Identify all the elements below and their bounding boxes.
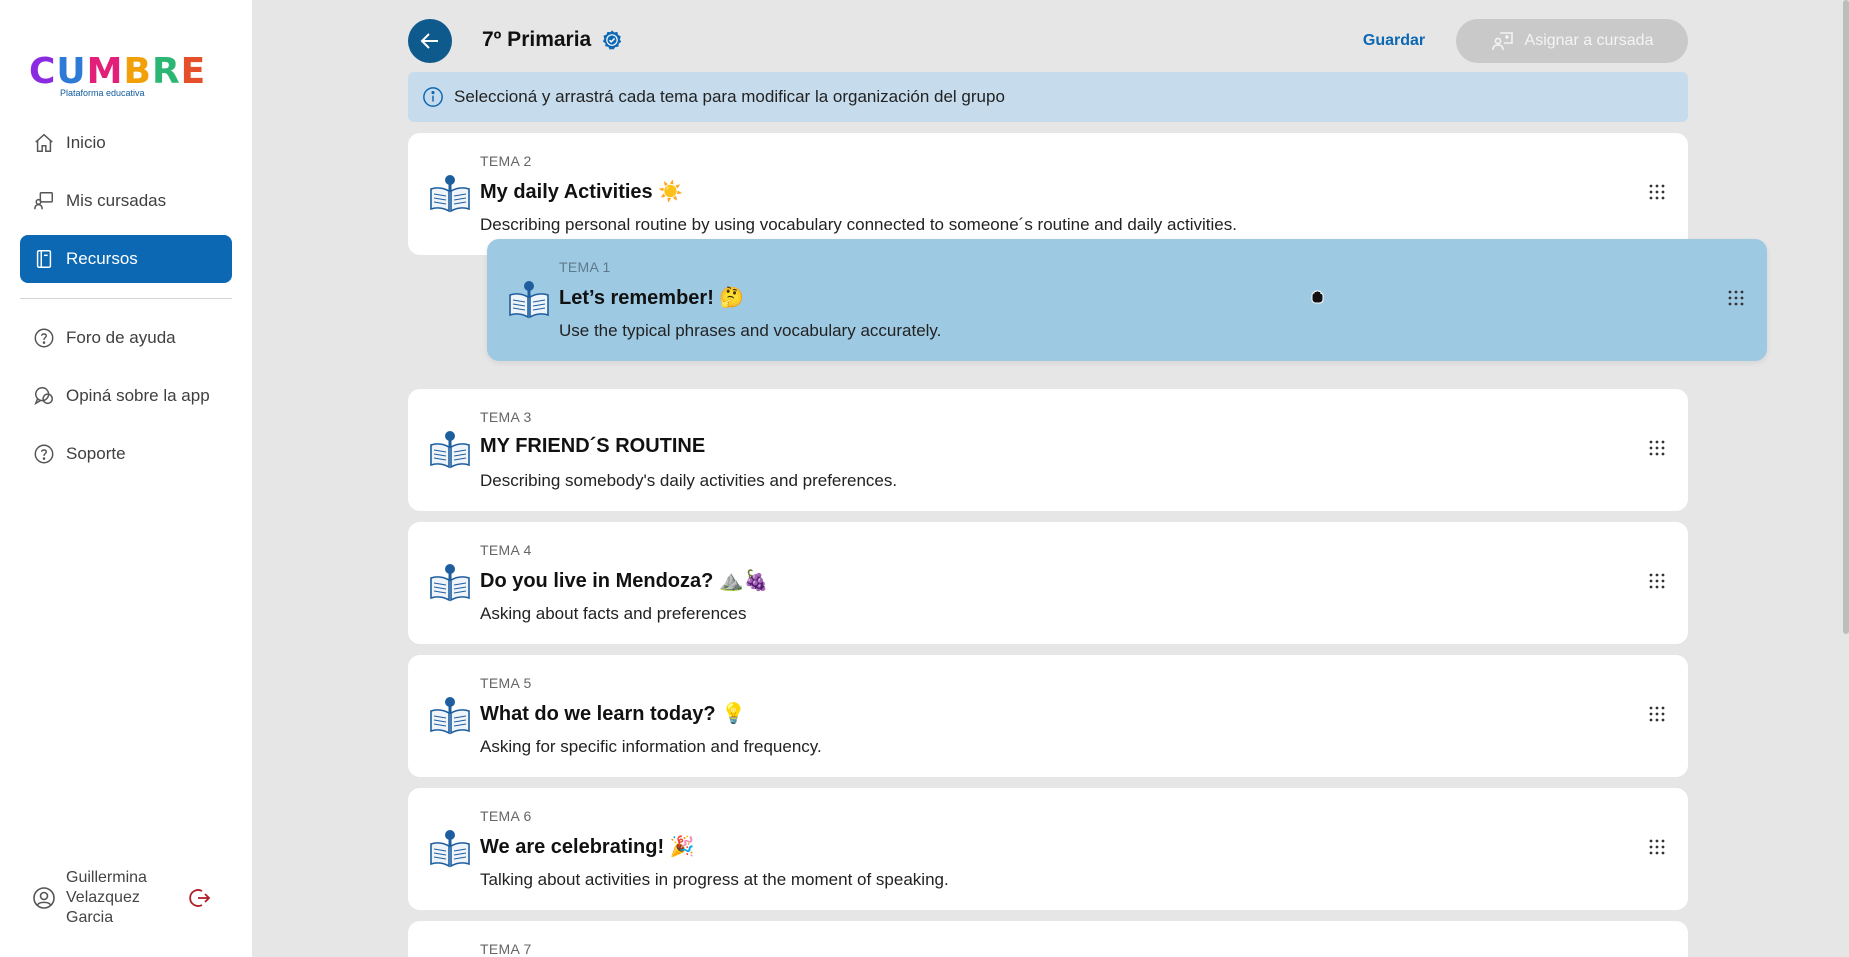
sidebar-item-label: Soporte [66, 444, 126, 463]
topic-number: TEMA 6 [480, 808, 532, 824]
book-icon [32, 247, 56, 271]
topic-description: Describing personal routine by using voc… [480, 215, 1237, 234]
arrow-left-icon [420, 33, 438, 49]
nav-group: Recursos [20, 235, 232, 283]
assign-teacher-icon [1491, 29, 1515, 53]
page-scrollbar[interactable] [1843, 0, 1849, 634]
sidebar-item-soporte[interactable]: Soporte [20, 430, 232, 478]
user-circle-icon [32, 886, 56, 910]
info-banner: Seleccioná y arrastrá cada tema para mod… [408, 72, 1688, 122]
info-icon [422, 86, 444, 108]
drag-handle-icon[interactable] [1648, 705, 1666, 723]
sidebar-item-mis-cursadas[interactable]: Mis cursadas [20, 177, 232, 225]
open-book-icon [428, 429, 472, 471]
nav-group: Soporte [20, 430, 232, 478]
assign-label: Asignar a cursada [1524, 32, 1654, 49]
back-button[interactable] [408, 19, 452, 63]
save-button[interactable]: Guardar [1340, 26, 1448, 56]
drag-handle-icon[interactable] [1648, 572, 1666, 590]
open-book-icon [428, 828, 472, 870]
grab-cursor-icon [1309, 289, 1325, 305]
nav-group: Mis cursadas [20, 177, 232, 225]
topic-number: TEMA 3 [480, 409, 532, 425]
open-book-icon [428, 695, 472, 737]
info-text: Seleccioná y arrastrá cada tema para mod… [454, 87, 1005, 106]
topic-title: We are celebrating! 🎉 [480, 836, 695, 858]
sidebar-item-foro-de-ayuda[interactable]: Foro de ayuda [20, 314, 232, 362]
logo-wordmark: CUMBRE [29, 51, 207, 92]
drag-handle-icon[interactable] [1648, 838, 1666, 856]
topic-card[interactable]: TEMA 3 MY FRIEND´S ROUTINE Describing so… [408, 389, 1688, 511]
user-profile: Guillermina Velazquez Garcia [20, 868, 232, 928]
teacher-board-icon [32, 189, 56, 213]
logout-icon[interactable] [188, 886, 212, 910]
verified-badge-icon [601, 29, 623, 51]
topic-title: What do we learn today? 💡 [480, 703, 747, 725]
topic-description: Talking about activities in progress at … [480, 870, 949, 889]
sidebar-item-label: Inicio [66, 133, 106, 152]
drag-handle-icon[interactable] [1727, 289, 1745, 307]
help-circle-icon [32, 442, 56, 466]
nav-group: Opiná sobre la app [20, 372, 232, 420]
page-title: 7º Primaria [482, 28, 623, 52]
sidebar: CUMBRE Plataforma educativa Inicio Mis c… [0, 0, 252, 957]
topic-title: MY FRIEND´S ROUTINE [480, 435, 706, 457]
chat-bubbles-icon [32, 384, 56, 408]
open-book-icon [428, 562, 472, 604]
cumbre-logo[interactable]: CUMBRE Plataforma educativa [29, 51, 207, 100]
sidebar-item-opina[interactable]: Opiná sobre la app [20, 372, 232, 420]
topic-description: Describing somebody's daily activities a… [480, 471, 898, 490]
topic-number: TEMA 1 [559, 259, 611, 275]
topic-card-dragging[interactable]: TEMA 1 Let’s remember! 🤔 Use the typical… [487, 239, 1767, 361]
topic-title: Let’s remember! 🤔 [559, 287, 745, 309]
open-book-icon [507, 279, 551, 321]
nav-divider [20, 298, 232, 299]
drag-handle-icon[interactable] [1648, 183, 1666, 201]
sidebar-item-label: Recursos [66, 249, 138, 268]
topic-number: TEMA 7 [480, 941, 532, 957]
user-name: Guillermina Velazquez Garcia [66, 869, 147, 926]
main-nav: Inicio [20, 119, 232, 167]
page-title-text: 7º Primaria [482, 28, 592, 51]
sidebar-item-inicio[interactable]: Inicio [20, 119, 232, 167]
topic-description: Asking about facts and preferences [480, 604, 747, 623]
topic-description: Use the typical phrases and vocabulary a… [559, 321, 942, 340]
sidebar-item-label: Mis cursadas [66, 191, 167, 210]
topic-card[interactable]: TEMA 2 My daily Activities ☀️ Describing… [408, 133, 1688, 255]
topic-card[interactable]: TEMA 4 Do you live in Mendoza? ⛰️🍇 Askin… [408, 522, 1688, 644]
topic-number: TEMA 4 [480, 542, 532, 558]
topic-number: TEMA 5 [480, 675, 532, 691]
sidebar-item-recursos[interactable]: Recursos [20, 235, 232, 283]
drag-handle-icon[interactable] [1648, 439, 1666, 457]
topic-description: Asking for specific information and freq… [480, 737, 822, 756]
sidebar-item-label: Opiná sobre la app [66, 386, 210, 405]
topic-title: Do you live in Mendoza? ⛰️🍇 [480, 570, 769, 592]
topic-title: My daily Activities ☀️ [480, 181, 684, 203]
sidebar-item-label: Foro de ayuda [66, 328, 176, 347]
assign-to-course-button[interactable]: Asignar a cursada [1456, 19, 1688, 63]
topic-number: TEMA 2 [480, 153, 532, 169]
home-icon [32, 131, 56, 155]
nav-group: Foro de ayuda [20, 314, 232, 362]
topic-card[interactable]: TEMA 5 What do we learn today? 💡 Asking … [408, 655, 1688, 777]
topic-card[interactable]: TEMA 6 We are celebrating! 🎉 Talking abo… [408, 788, 1688, 910]
topic-card[interactable]: TEMA 7 [408, 921, 1688, 957]
help-circle-icon [32, 326, 56, 350]
open-book-icon [428, 173, 472, 215]
